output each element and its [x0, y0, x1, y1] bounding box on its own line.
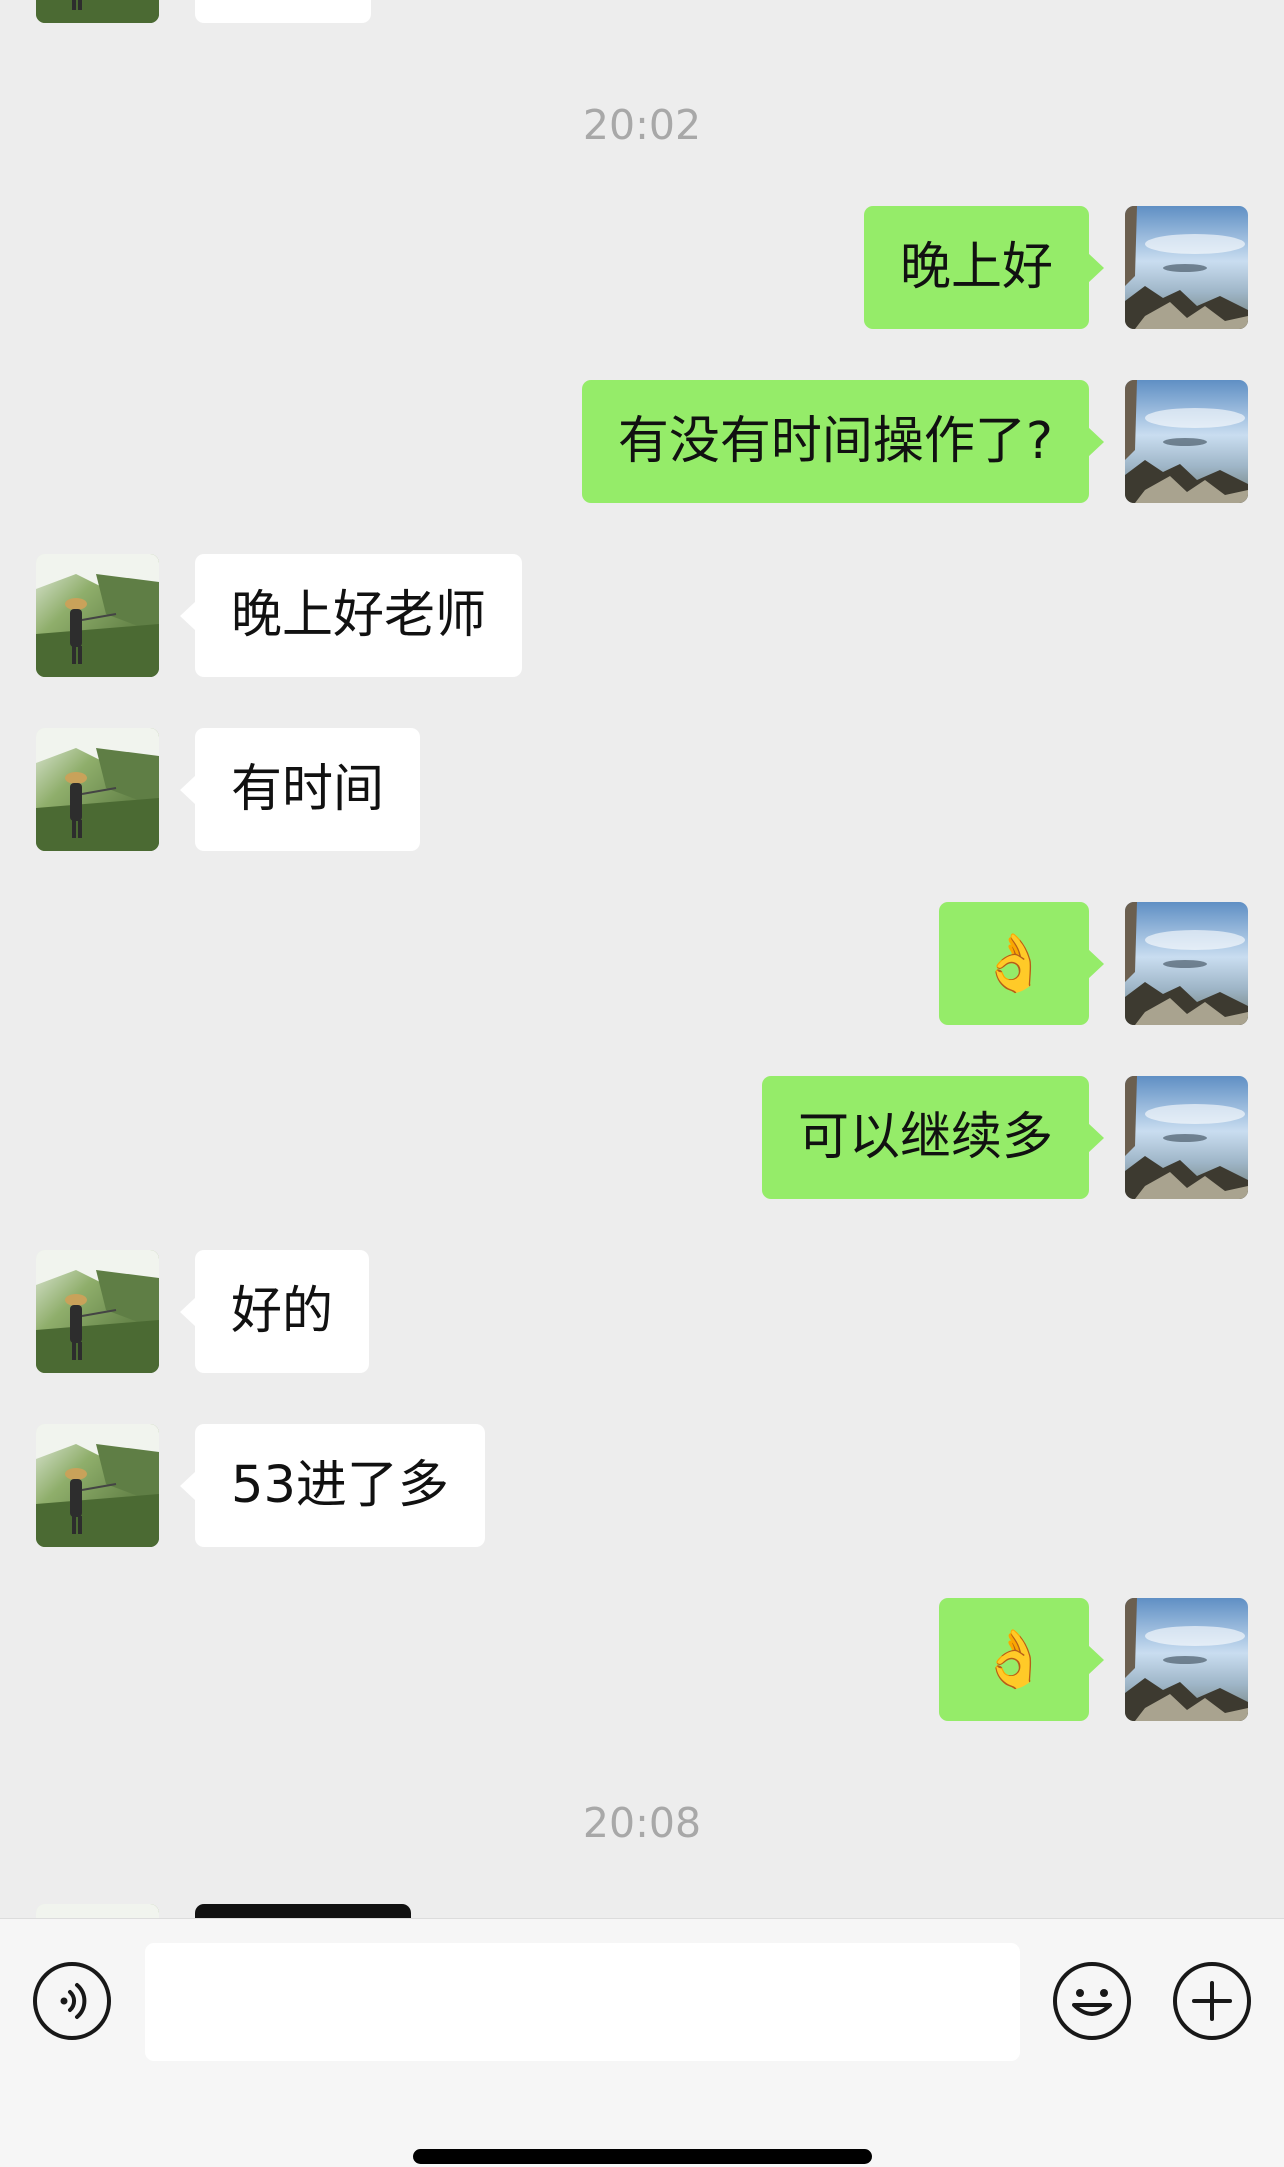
self-avatar[interactable]: [1125, 1076, 1248, 1199]
voice-button[interactable]: [32, 1961, 112, 2041]
message-input[interactable]: [145, 1943, 1020, 2061]
self-avatar[interactable]: [1125, 902, 1248, 1025]
self-message-bubble[interactable]: 可以继续多: [761, 1076, 1105, 1199]
peer-avatar[interactable]: [36, 554, 159, 677]
voice-icon: [33, 1962, 111, 2040]
peer-message-bubble[interactable]: 晚上好老师: [179, 554, 523, 677]
peer-avatar[interactable]: [36, 1250, 159, 1373]
peer-avatar[interactable]: [36, 1424, 159, 1547]
self-message-bubble-ok-emoji[interactable]: 👌: [939, 1598, 1104, 1721]
plus-icon: [1173, 1962, 1251, 2040]
peer-screenshot-thumbnail[interactable]: [195, 1904, 411, 1918]
more-button[interactable]: [1172, 1961, 1252, 2041]
peer-message-bubble[interactable]: 有时间: [179, 728, 421, 851]
timestamp: 20:02: [582, 101, 702, 149]
self-message-bubble[interactable]: 有没有时间操作了?: [581, 380, 1105, 503]
emoji-icon: [1053, 1962, 1131, 2040]
input-bar: [0, 1918, 1284, 2167]
emoji-button[interactable]: [1052, 1961, 1132, 2041]
peer-avatar[interactable]: [36, 1904, 159, 1918]
peer-message-bubble[interactable]: 53进了多: [180, 1424, 485, 1547]
peer-message-bubble-partial[interactable]: [195, 0, 371, 23]
self-message-bubble-ok-emoji[interactable]: 👌: [939, 902, 1104, 1025]
peer-message-bubble[interactable]: 好的: [179, 1250, 370, 1373]
self-message-bubble[interactable]: 晚上好: [863, 206, 1105, 329]
self-avatar[interactable]: [1125, 380, 1248, 503]
self-avatar[interactable]: [1125, 206, 1248, 329]
self-avatar[interactable]: [1125, 1598, 1248, 1721]
chat-message-list[interactable]: 20:02 晚上好 有没有时间操作了? 晚上好老师 有时间 👌 可以继续多 好的…: [0, 0, 1284, 1918]
home-indicator[interactable]: [413, 2149, 872, 2164]
timestamp: 20:08: [582, 1799, 702, 1847]
peer-avatar[interactable]: [36, 728, 159, 851]
peer-avatar[interactable]: [36, 0, 159, 23]
